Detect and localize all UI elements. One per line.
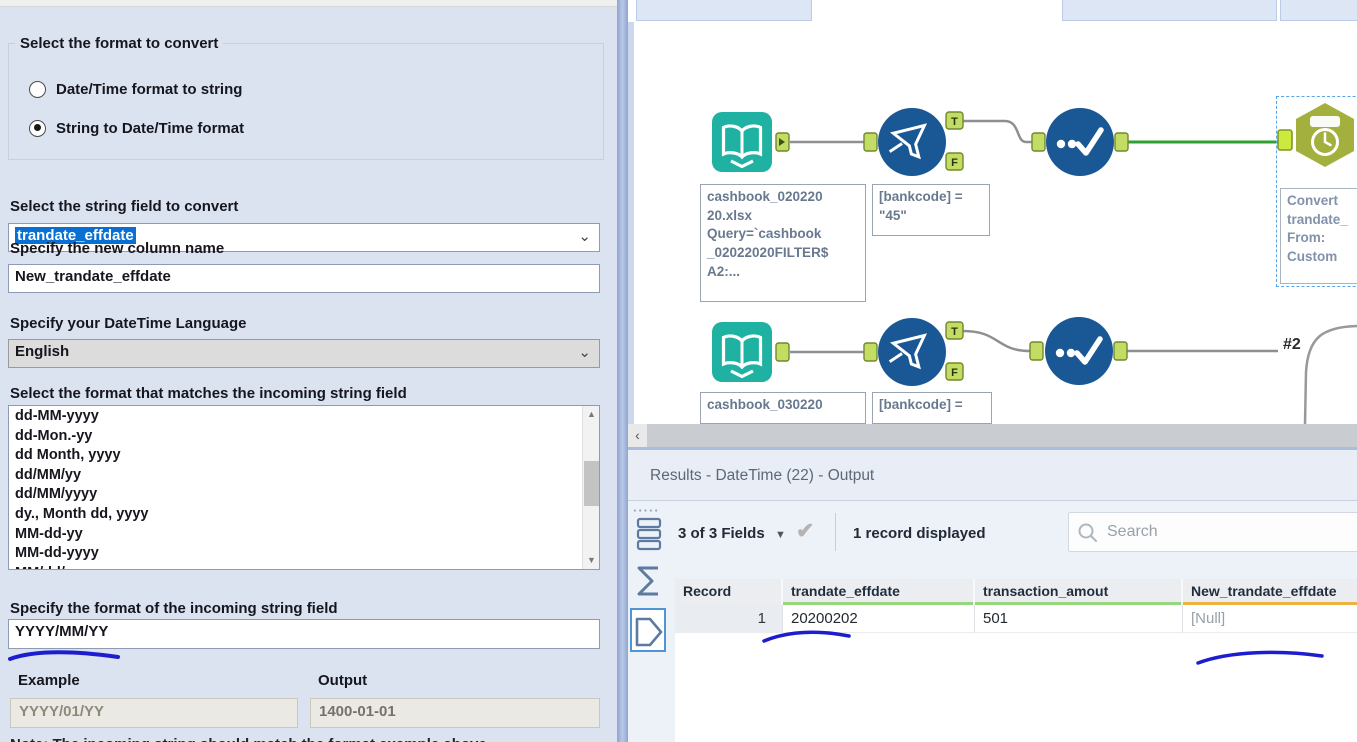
filter1-true-anchor[interactable]: T (945, 111, 964, 130)
language-value: English (15, 343, 70, 360)
filter2-true-anchor[interactable]: T (945, 321, 964, 340)
data-view-selected-box[interactable] (630, 608, 666, 652)
custom-format-input[interactable]: YYYY/MM/YY (8, 619, 600, 649)
custom-format-label: Specify the format of the incoming strin… (10, 600, 338, 617)
column-header-new-trandate-effdate[interactable]: New_trandate_effdate (1183, 579, 1357, 605)
metadata-sigma-icon[interactable] (636, 565, 662, 597)
panel-grip-icon[interactable]: ····· (633, 503, 660, 518)
svg-text:T: T (951, 326, 958, 338)
record-count-text: 1 record displayed (853, 525, 986, 542)
filter2-false-anchor[interactable]: F (945, 362, 964, 381)
output-label: Output (318, 672, 368, 689)
output-anchor[interactable] (1114, 132, 1129, 152)
alteryx-designer-window: Select the format to convert Date/Time f… (0, 0, 1357, 742)
filter2-annotation[interactable]: [bankcode] = (872, 392, 992, 424)
format-option[interactable]: MM-dd-yy (9, 525, 582, 545)
chevron-down-icon[interactable]: ⌄ (578, 227, 591, 245)
radio-string-to-datetime[interactable]: String to Date/Time format (29, 117, 244, 139)
search-icon (1078, 523, 1097, 542)
wire-filter2T-unique2[interactable] (962, 329, 1031, 353)
radio-datetime-to-string[interactable]: Date/Time format to string (29, 78, 242, 100)
format-options: dd-MM-yyyy dd-Mon.-yy dd Month, yyyy dd/MM/… (9, 407, 582, 569)
input1-annotation[interactable]: cashbook_020220 20.xlsx Query=`cashbook … (700, 184, 866, 302)
output-value-field: 1400-01-01 (310, 698, 600, 728)
format-list-scrollbar[interactable]: ▲ ▼ (582, 406, 599, 569)
format-option[interactable]: dy., Month dd, yyyy (9, 505, 582, 525)
workflow-canvas[interactable]: T F T F cashbook_020220 20.xlsx Query=`c… (628, 0, 1357, 447)
svg-text:T: T (951, 116, 958, 128)
output-anchor[interactable] (1113, 341, 1128, 361)
new-column-label: Specify the new column name (10, 240, 225, 257)
wire-2-curve[interactable] (1303, 324, 1357, 425)
data-pentagon-icon (635, 617, 663, 647)
toolbar-separator (835, 513, 836, 551)
datetime-annotation[interactable]: Convert trandate_ From: Custom (1280, 188, 1357, 284)
input-anchor[interactable] (863, 342, 878, 362)
string-field-label: Select the string field to convert (10, 198, 239, 215)
example-value-field: YYYY/01/YY (10, 698, 298, 728)
format-option[interactable]: dd/MM/yyyy (9, 485, 582, 505)
wire-filter1T-unique1[interactable] (963, 119, 1032, 144)
language-dropdown[interactable]: English ⌄ (8, 339, 600, 368)
svg-text:F: F (951, 157, 958, 169)
canvas-horizontal-scrollbar[interactable]: ‹ (628, 424, 1357, 447)
radio-selected-icon[interactable] (29, 119, 46, 137)
format-option[interactable]: MM-dd-yyyy (9, 544, 582, 564)
filter1-annotation[interactable]: [bankcode] = "45" (872, 184, 990, 236)
input-anchor[interactable] (1031, 132, 1046, 152)
apply-check-icon[interactable]: ✔ (796, 518, 814, 544)
new-trandate-effdate-cell[interactable]: [Null] (1183, 605, 1357, 633)
format-option[interactable]: dd Month, yyyy (9, 446, 582, 466)
format-group-legend: Select the format to convert (15, 35, 224, 52)
column-header-record[interactable]: Record (675, 579, 783, 605)
trandate-effdate-cell[interactable]: 20200202 (783, 605, 975, 633)
chevron-down-icon[interactable]: ⌄ (578, 343, 591, 361)
table-cells-icon[interactable] (636, 517, 664, 551)
results-panel: Results - DateTime (22) - Output ····· 3… (628, 447, 1357, 742)
filter1-false-anchor[interactable]: F (945, 152, 964, 171)
format-option[interactable]: dd-Mon.-yy (9, 427, 582, 447)
scroll-down-icon[interactable]: ▼ (583, 552, 599, 569)
filter-tool-1[interactable] (878, 108, 946, 176)
unique-tool-1[interactable] (1046, 108, 1114, 176)
search-box[interactable] (1068, 512, 1357, 552)
note-text-clipped: Note: The incoming string should match t… (10, 736, 487, 742)
fields-caret-icon[interactable]: ▼ (775, 529, 786, 541)
input-data-tool-2[interactable] (712, 322, 772, 382)
transaction-amout-cell[interactable]: 501 (975, 605, 1183, 633)
new-column-input[interactable]: New_trandate_effdate (8, 264, 600, 293)
example-label: Example (18, 672, 80, 689)
input-data-tool-1[interactable] (712, 112, 772, 172)
search-input[interactable] (1105, 517, 1357, 547)
results-title: Results - DateTime (22) - Output (628, 450, 1357, 501)
config-panel-header-bar (0, 0, 617, 7)
column-header-transaction-amout[interactable]: transaction_amout (975, 579, 1183, 605)
output-anchor[interactable] (775, 342, 790, 362)
input-anchor[interactable] (863, 132, 878, 152)
filter-tool-2[interactable] (878, 318, 946, 386)
input2-annotation[interactable]: cashbook_030220 (700, 392, 866, 424)
format-option[interactable]: dd/MM/yy (9, 466, 582, 486)
connection-2-label: #2 (1283, 336, 1301, 353)
scroll-left-icon[interactable]: ‹ (628, 424, 647, 447)
scroll-up-icon[interactable]: ▲ (583, 406, 599, 423)
format-option[interactable]: dd-MM-yyyy (9, 407, 582, 427)
svg-text:F: F (951, 367, 958, 379)
scrollbar-thumb[interactable] (584, 461, 599, 506)
datetime-config-panel: Select the format to convert Date/Time f… (0, 0, 617, 742)
fields-dropdown[interactable]: 3 of 3 Fields (678, 525, 765, 542)
record-number-cell[interactable]: 1 (675, 605, 783, 633)
input-anchor[interactable] (1029, 341, 1044, 361)
column-header-trandate-effdate[interactable]: trandate_effdate (783, 579, 975, 605)
unique-tool-2[interactable] (1045, 317, 1113, 385)
language-label: Specify your DateTime Language (10, 315, 247, 332)
format-direction-group: Select the format to convert Date/Time f… (8, 35, 604, 160)
format-listbox[interactable]: dd-MM-yyyy dd-Mon.-yy dd Month, yyyy dd/MM/… (8, 405, 600, 570)
radio-unselected-icon[interactable] (29, 80, 46, 98)
panel-splitter[interactable] (617, 0, 628, 742)
format-list-label: Select the format that matches the incom… (10, 385, 407, 402)
format-option[interactable]: MM/dd/yy (9, 564, 582, 569)
